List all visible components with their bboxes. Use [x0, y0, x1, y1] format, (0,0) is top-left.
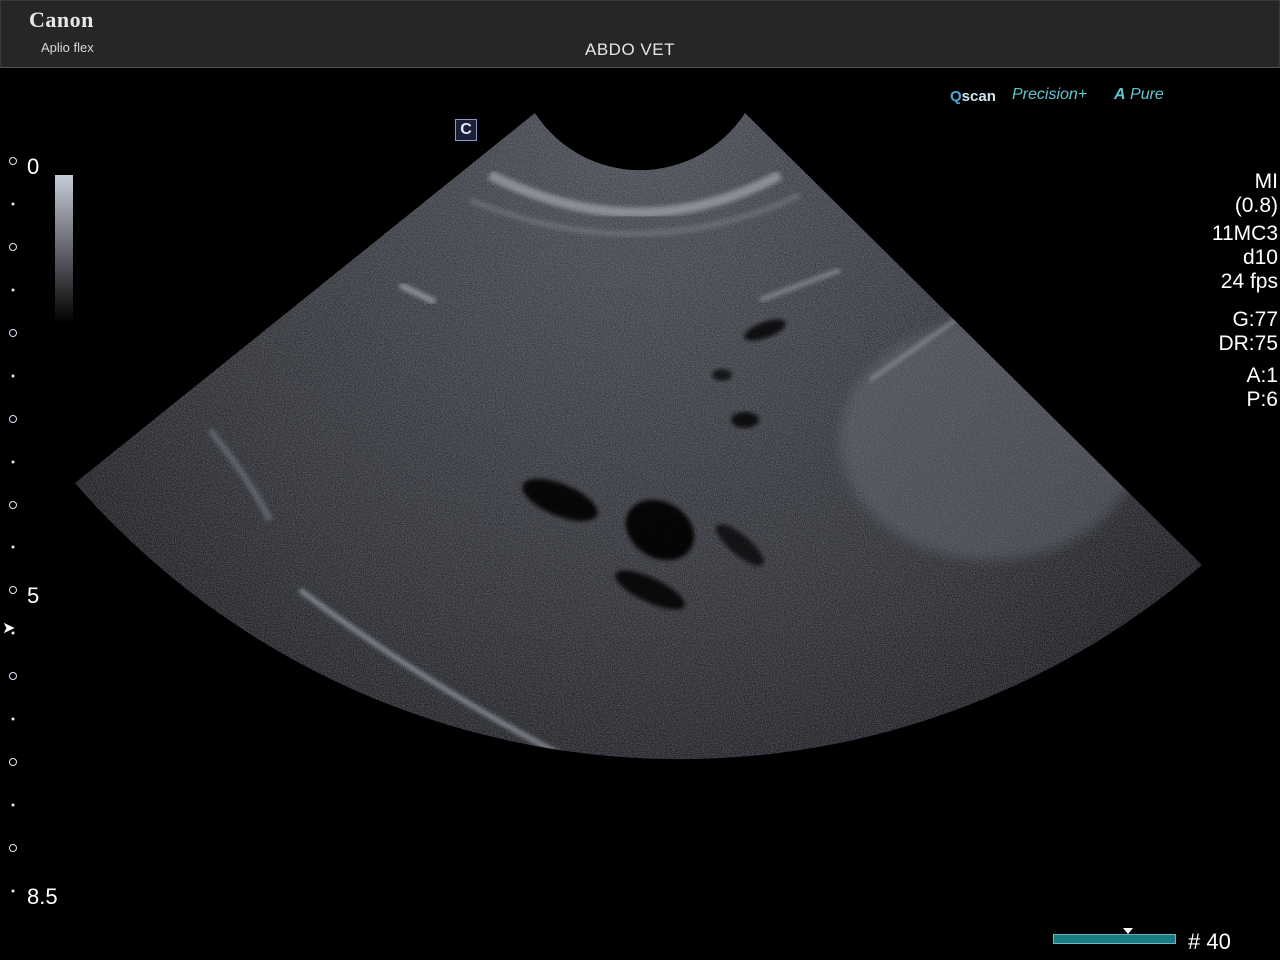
precision-indicator[interactable]: Precision+ [1012, 86, 1087, 104]
depth-setting: d10 [1242, 246, 1278, 269]
qscan-indicator[interactable]: Qscan [950, 88, 996, 105]
mi-value: (0.8) [1234, 194, 1278, 217]
depth-marker-major [9, 157, 17, 165]
depth-marker-major [9, 672, 17, 681]
probe-name: 11MC3 [1211, 222, 1278, 245]
frame-rate: 24 fps [1220, 270, 1278, 293]
depth-marker-minor [11, 889, 15, 893]
depth-marker-minor [11, 717, 15, 721]
depth-marker-minor [11, 631, 15, 635]
depth-marker-minor [11, 545, 15, 549]
depth-marker-major [9, 758, 17, 767]
depth-marker-major [9, 586, 17, 595]
apure-indicator[interactable]: A Pure [1114, 86, 1164, 104]
depth-label-mid: 5 [27, 583, 40, 608]
depth-label-bottom: 8.5 [27, 884, 58, 909]
cine-position-pointer-icon[interactable] [1123, 928, 1134, 934]
focus-marker-icon[interactable]: ➤ [2, 618, 15, 638]
depth-marker-minor [11, 803, 15, 807]
mi-label: MI [1254, 170, 1278, 193]
depth-marker-minor [11, 374, 15, 378]
orientation-marker: C [455, 119, 477, 141]
depth-label-top: 0 [27, 154, 40, 179]
depth-marker-minor [11, 202, 15, 206]
depth-marker-minor [11, 288, 15, 292]
dynamic-range-value: DR:75 [1218, 332, 1278, 355]
depth-marker-major [9, 328, 17, 337]
depth-marker-major [9, 242, 17, 251]
sector-image [75, 113, 1202, 760]
grayscale-bar [55, 175, 73, 323]
parameter-panel: MI (0.8) 11MC3 d10 24 fps G:77 DR:75 A:1… [1212, 170, 1278, 412]
cine-bar[interactable] [1053, 934, 1176, 944]
depth-marker-minor [11, 460, 15, 464]
p-value: P:6 [1246, 388, 1278, 411]
ultrasound-image[interactable] [0, 0, 1280, 960]
gain-value: G:77 [1232, 308, 1278, 331]
depth-marker-major [9, 844, 17, 853]
a-value: A:1 [1246, 364, 1278, 387]
frame-number: # 40 [1188, 929, 1231, 954]
depth-marker-major [9, 414, 17, 423]
depth-marker-major [9, 500, 17, 509]
